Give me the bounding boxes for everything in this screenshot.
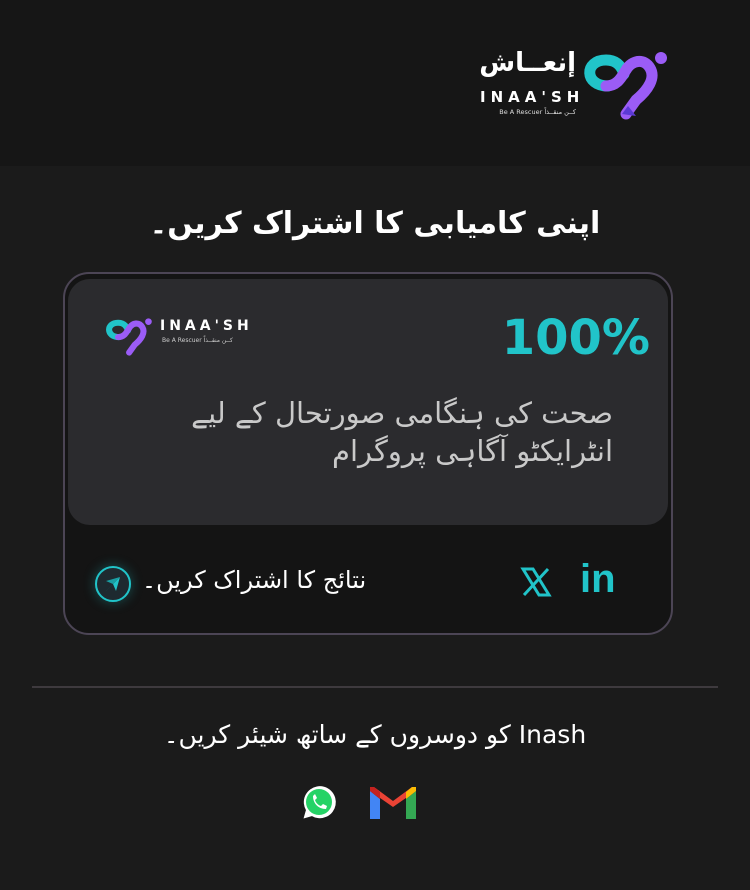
- logo-mark-icon: [584, 52, 667, 120]
- logo-tagline: Be A Rescuer کــن منقــذاً: [499, 108, 576, 116]
- card-logo-latin-text: INAA'SH: [160, 318, 253, 334]
- program-line-2: انٹرایکٹو آگاہی پروگرام: [332, 434, 613, 468]
- logo-urdu-text: إنعــاش: [479, 48, 576, 78]
- whatsapp-icon[interactable]: [299, 783, 339, 823]
- gmail-icon[interactable]: [368, 785, 418, 821]
- card-logo: INAA'SH Be A Rescuer کــن منقــذاً: [102, 315, 252, 359]
- program-name: صحت کی ہنگامی صورتحال کے لیے انٹرایکٹو آ…: [153, 394, 613, 470]
- inaash-logo: إنعــاش INAA'SH Be A Rescuer کــن منقــذ…: [479, 46, 680, 126]
- divider: [32, 686, 718, 688]
- card-logo-mark-icon: [106, 318, 152, 356]
- header: إنعــاش INAA'SH Be A Rescuer کــن منقــذ…: [0, 0, 750, 166]
- card-logo-tagline: Be A Rescuer کــن منقــذاً: [162, 337, 233, 344]
- send-icon: [106, 577, 120, 591]
- share-results-label[interactable]: نتائج کا اشتراک کریں۔: [142, 566, 382, 594]
- share-send-button[interactable]: [95, 566, 131, 602]
- share-app-text: Inash کو دوسروں کے ساتھ شیئر کریں۔: [163, 720, 587, 749]
- logo-latin-text: INAA'SH: [480, 88, 585, 106]
- page-title: اپنی کامیابی کا اشتراک کریں۔: [149, 206, 601, 241]
- score-percent: 100%: [501, 310, 650, 366]
- x-icon[interactable]: [520, 566, 552, 598]
- program-line-1: صحت کی ہنگامی صورتحال کے لیے: [191, 396, 613, 430]
- linkedin-icon[interactable]: in: [580, 557, 616, 602]
